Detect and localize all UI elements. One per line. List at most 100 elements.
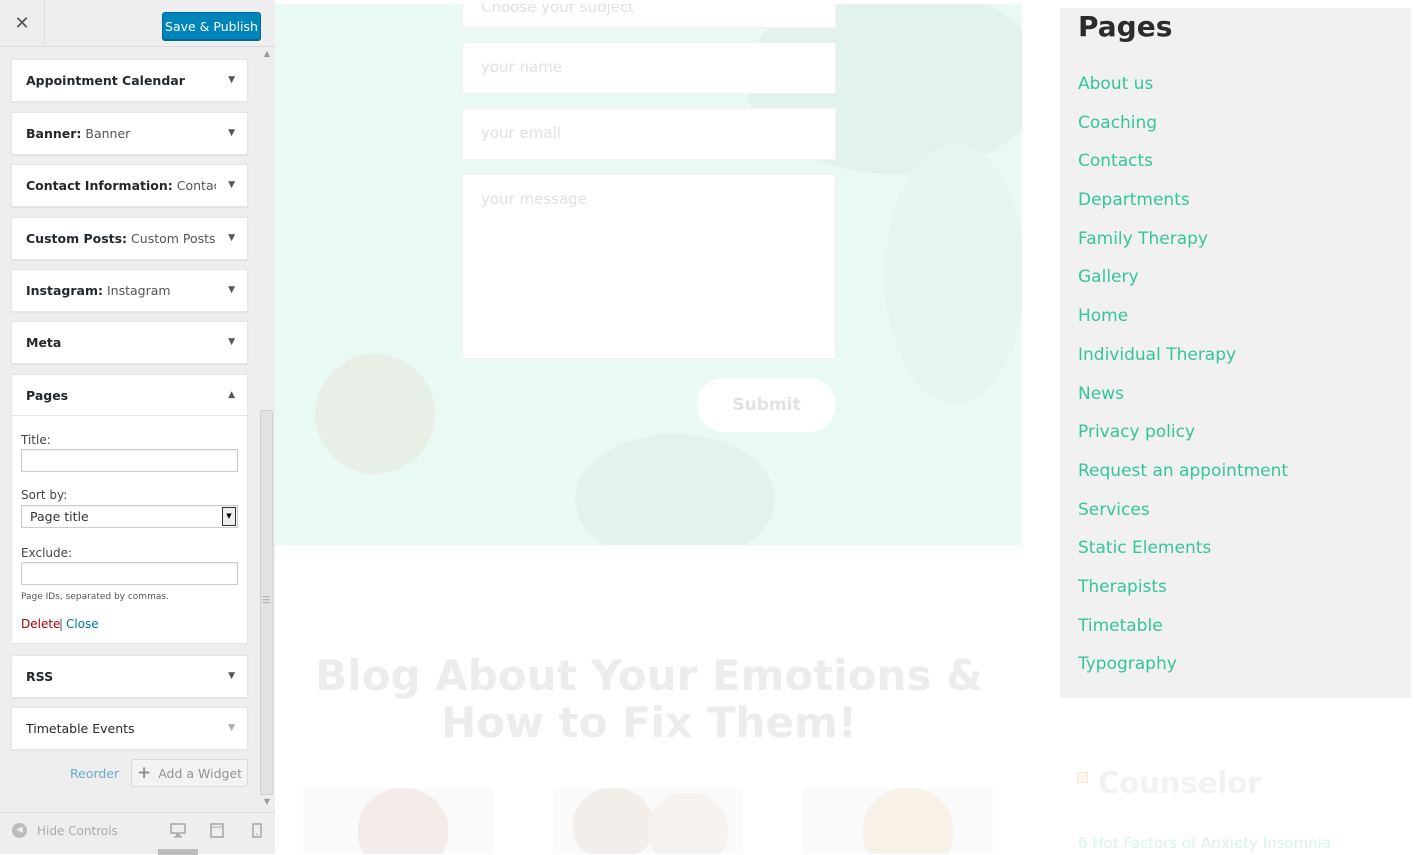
subject-placeholder: Choose your subject xyxy=(481,4,635,16)
close-widget-link[interactable]: Close xyxy=(66,617,99,631)
background-leaf xyxy=(885,144,1022,404)
reorder-link[interactable]: Reorder xyxy=(70,766,119,781)
exclude-input[interactable] xyxy=(21,562,238,585)
person-photo xyxy=(648,793,728,854)
grip-icon: — — — xyxy=(262,592,270,607)
widget-pages-header[interactable]: Pages ▲ xyxy=(12,375,247,416)
widget-subtitle: Banner xyxy=(85,126,131,141)
blog-thumbnail[interactable] xyxy=(553,788,743,854)
link-separator: | xyxy=(59,617,64,631)
name-placeholder: your name xyxy=(481,58,563,76)
widget-title: RSS xyxy=(26,669,54,684)
add-widget-label: Add a Widget xyxy=(158,765,243,781)
person-photo xyxy=(358,788,448,854)
expand-arrow-icon[interactable]: ▼ xyxy=(228,60,235,101)
widget-title: Contact Information: xyxy=(26,178,173,193)
page-link[interactable]: Static Elements xyxy=(1078,538,1288,577)
plus-icon: + xyxy=(136,763,152,783)
blog-thumbnail[interactable] xyxy=(303,788,493,854)
expand-arrow-icon[interactable]: ▼ xyxy=(228,322,235,363)
page-link[interactable]: Services xyxy=(1078,500,1288,539)
background-leaf xyxy=(575,434,775,545)
hide-controls-button[interactable]: Hide Controls xyxy=(37,824,118,838)
add-widget-button[interactable]: + Add a Widget xyxy=(131,759,248,787)
close-icon: ✕ xyxy=(14,13,30,34)
widget-subtitle: Contact ... xyxy=(176,178,216,193)
blog-thumbnail[interactable] xyxy=(803,788,993,854)
background-leaf xyxy=(315,354,435,474)
expand-arrow-icon[interactable]: ▼ xyxy=(228,165,235,206)
widget-contact-information[interactable]: Contact Information: Contact ... ▼ xyxy=(11,164,248,207)
subject-select[interactable]: Choose your subject ⌄ xyxy=(462,4,836,28)
close-customizer-button[interactable]: ✕ xyxy=(0,0,45,47)
desktop-preview-icon[interactable] xyxy=(170,823,186,838)
expand-arrow-icon[interactable]: ▼ xyxy=(228,113,235,154)
page-link[interactable]: Departments xyxy=(1078,190,1288,229)
page-link[interactable]: Gallery xyxy=(1078,267,1288,306)
message-textarea[interactable]: your message xyxy=(462,174,836,359)
submit-button[interactable]: Submit xyxy=(697,378,836,432)
page-link[interactable]: Therapists xyxy=(1078,577,1288,616)
widget-custom-posts[interactable]: Custom Posts: Custom Posts ▼ xyxy=(11,217,248,260)
person-photo xyxy=(863,788,953,854)
expand-arrow-icon[interactable]: ▼ xyxy=(228,656,235,697)
widget-subtitle: Custom Posts xyxy=(131,231,216,246)
pages-widget-sidebar: Pages About us Coaching Contacts Departm… xyxy=(1060,8,1411,698)
page-link[interactable]: Request an appointment xyxy=(1078,461,1288,500)
rss-feed-item[interactable]: 6 Hot Factors of Anxiety Insomnia xyxy=(1078,834,1331,852)
widget-subtitle: Instagram xyxy=(106,283,171,298)
mobile-preview-icon[interactable] xyxy=(249,823,265,838)
page-link[interactable]: About us xyxy=(1078,74,1288,113)
widget-title: Custom Posts: xyxy=(26,231,128,246)
tablet-preview-icon[interactable] xyxy=(209,823,225,838)
sort-by-select[interactable]: Page title ▼ xyxy=(21,505,238,528)
collapse-arrow-icon[interactable]: ▲ xyxy=(228,375,235,416)
page-link[interactable]: Contacts xyxy=(1078,151,1288,190)
widget-title: Pages xyxy=(26,388,69,403)
page-link[interactable]: Family Therapy xyxy=(1078,229,1288,268)
page-link[interactable]: Coaching xyxy=(1078,113,1288,152)
widget-rss[interactable]: RSS ▼ xyxy=(11,655,248,698)
rss-icon[interactable] xyxy=(1077,772,1088,783)
pages-list: About us Coaching Contacts Departments F… xyxy=(1078,74,1288,693)
page-link[interactable]: News xyxy=(1078,384,1288,423)
expand-arrow-icon[interactable]: ▼ xyxy=(228,708,235,749)
save-publish-button[interactable]: Save & Publish xyxy=(162,12,261,40)
page-link[interactable]: Individual Therapy xyxy=(1078,345,1288,384)
widget-title: Timetable Events xyxy=(26,721,135,736)
scroll-up-icon[interactable]: ▲ xyxy=(262,49,272,59)
customizer-header: ✕ Save & Publish xyxy=(0,0,275,47)
active-device-indicator xyxy=(158,849,198,855)
hide-controls-icon[interactable]: ◀ xyxy=(12,823,27,838)
page-link[interactable]: Timetable xyxy=(1078,616,1288,655)
message-placeholder: your message xyxy=(481,190,587,208)
widget-instagram[interactable]: Instagram: Instagram ▼ xyxy=(11,269,248,312)
rss-feed-title[interactable]: Counselor xyxy=(1098,766,1262,800)
widget-banner[interactable]: Banner: Banner ▼ xyxy=(11,112,248,155)
dropdown-arrow-icon[interactable]: ▼ xyxy=(222,507,236,526)
widget-title: Appointment Calendar xyxy=(26,73,185,88)
customizer-panel: ✕ Save & Publish ▲ — — — ▼ Appointment Cal… xyxy=(0,0,275,855)
sidebar-pages-title: Pages xyxy=(1078,10,1173,43)
expand-arrow-icon[interactable]: ▼ xyxy=(228,218,235,259)
delete-widget-link[interactable]: Delete xyxy=(21,617,60,631)
page-link[interactable]: Home xyxy=(1078,306,1288,345)
widget-title: Meta xyxy=(26,335,62,350)
widget-timetable-events[interactable]: Timetable Events ▼ xyxy=(11,707,248,750)
expand-arrow-icon[interactable]: ▼ xyxy=(228,270,235,311)
widget-appointment-calendar[interactable]: Appointment Calendar ▼ xyxy=(11,59,248,102)
scroll-down-icon[interactable]: ▼ xyxy=(262,797,272,807)
widget-meta[interactable]: Meta ▼ xyxy=(11,321,248,364)
name-input[interactable]: your name xyxy=(462,42,836,94)
page-link[interactable]: Typography xyxy=(1078,654,1288,693)
customizer-footer: ◀ Hide Controls xyxy=(0,812,275,855)
exclude-help-text: Page IDs, separated by commas. xyxy=(21,592,169,602)
email-input[interactable]: your email xyxy=(462,108,836,160)
email-placeholder: your email xyxy=(481,124,561,142)
widget-title: Banner: xyxy=(26,126,82,141)
contact-form-section: Choose your subject ⌄ your name your ema… xyxy=(275,4,1022,545)
blog-section-title: Blog About Your Emotions & How to Fix Th… xyxy=(315,652,983,746)
blog-title-line-1: Blog About Your Emotions & xyxy=(315,651,983,700)
title-input[interactable] xyxy=(21,449,238,472)
page-link[interactable]: Privacy policy xyxy=(1078,422,1288,461)
